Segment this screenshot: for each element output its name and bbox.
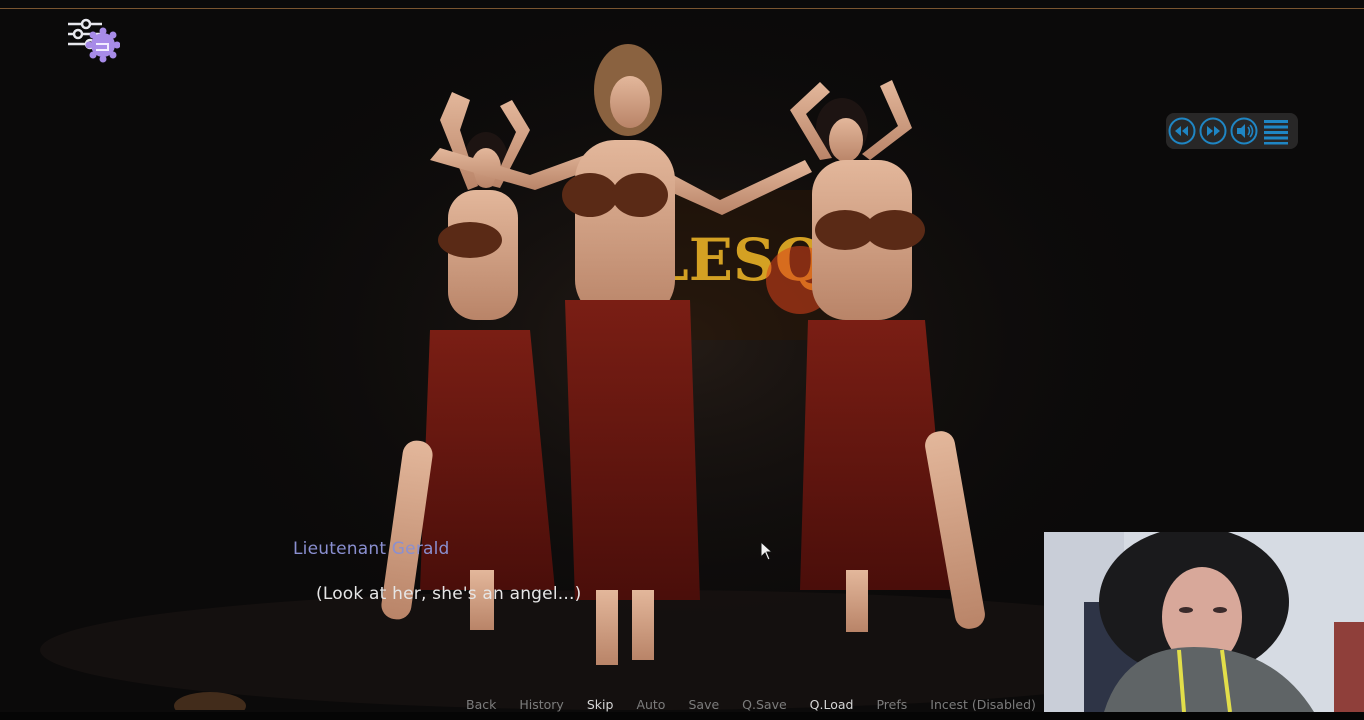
bottom-strip bbox=[0, 712, 1364, 720]
media-controls bbox=[1166, 113, 1298, 149]
quick-menu-incest-disabled[interactable]: Incest (Disabled) bbox=[930, 697, 1036, 713]
rewind-icon[interactable] bbox=[1168, 117, 1196, 145]
quick-menu-auto[interactable]: Auto bbox=[636, 697, 665, 713]
menu-icon[interactable] bbox=[1262, 117, 1290, 145]
speaker-name: Lieutenant Gerald bbox=[293, 539, 450, 559]
quick-menu-q-save[interactable]: Q.Save bbox=[742, 697, 787, 713]
webcam-overlay bbox=[1044, 532, 1364, 712]
quick-menu-prefs[interactable]: Prefs bbox=[876, 697, 907, 713]
quick-menu-save[interactable]: Save bbox=[688, 697, 719, 713]
quick-menu-back[interactable]: Back bbox=[466, 697, 496, 713]
top-border-line bbox=[0, 8, 1364, 9]
volume-icon[interactable] bbox=[1230, 117, 1258, 145]
settings-sliders-icon[interactable] bbox=[66, 16, 121, 64]
dialogue-text[interactable]: (Look at her, she's an angel...) bbox=[316, 584, 581, 604]
quick-menu-skip[interactable]: Skip bbox=[587, 697, 614, 713]
quick-menu-history[interactable]: History bbox=[519, 697, 563, 713]
quick-menu-q-load[interactable]: Q.Load bbox=[810, 697, 854, 713]
quick-menu: Back History Skip Auto Save Q.Save Q.Load Prefs… bbox=[466, 697, 1059, 713]
fast-forward-icon[interactable] bbox=[1199, 117, 1227, 145]
mouse-cursor-icon bbox=[760, 540, 774, 561]
